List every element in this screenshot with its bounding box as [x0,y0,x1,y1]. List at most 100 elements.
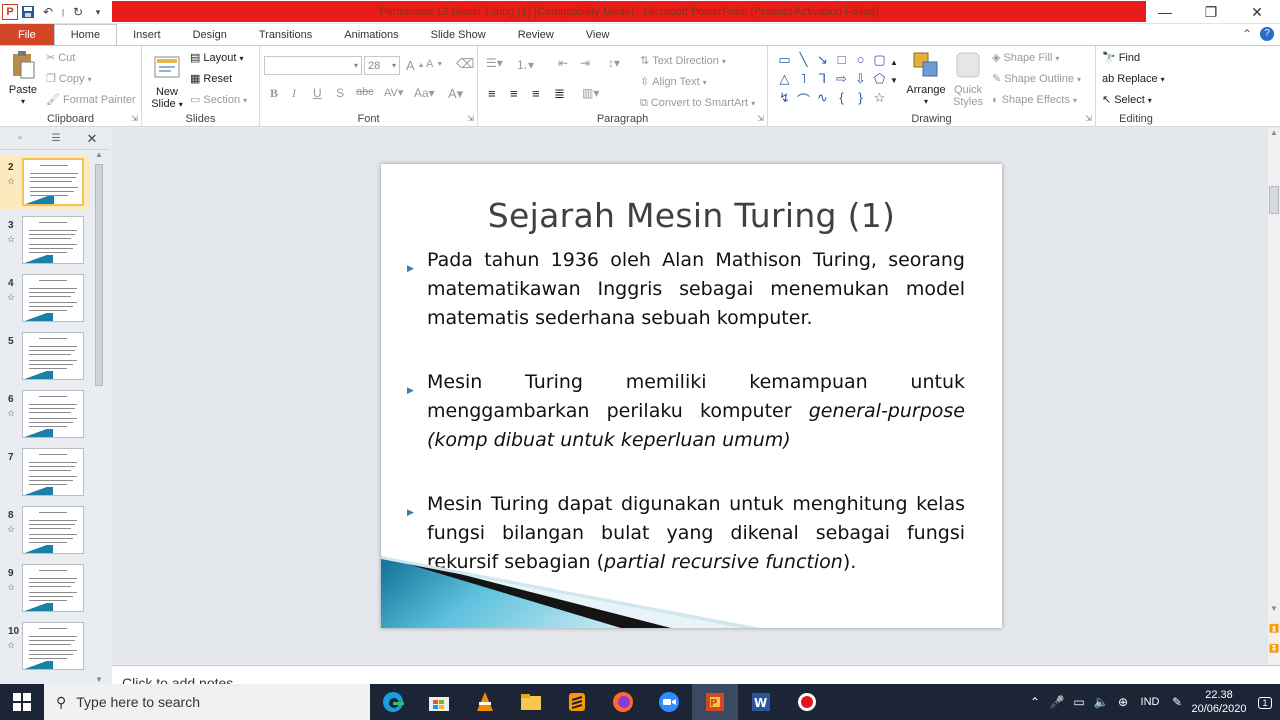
slide-thumbnail[interactable] [22,564,84,612]
zoom-icon[interactable] [646,684,692,720]
save-icon[interactable] [18,2,38,22]
strikethrough-button[interactable]: abc [356,86,374,98]
slide-thumbnail[interactable] [22,158,84,206]
slide-thumbnail[interactable] [22,332,84,380]
previous-slide-icon[interactable]: ⏫ [1268,624,1280,633]
elbow-connector-icon[interactable]: ˥ [794,71,813,90]
canvas-scroll-thumb[interactable] [1269,186,1279,214]
firefox-icon[interactable] [600,684,646,720]
edge-icon[interactable] [370,684,416,720]
slides-tab-icon[interactable]: ▫ [8,132,32,146]
paragraph-launcher-icon[interactable]: ⇲ [757,114,764,123]
canvas-scroll-down-icon[interactable]: ▼ [1268,604,1280,613]
volume-icon[interactable]: 🔈 [1090,695,1112,709]
shape-outline-button[interactable]: ✎ Shape Outline ▾ [992,73,1081,85]
shape-fill-button[interactable]: ◈ Shape Fill ▾ [992,52,1059,64]
rectangle-shape-icon[interactable]: □ [832,52,851,71]
character-spacing-button[interactable]: AV▾ [384,86,403,99]
slide-thumbnail-row[interactable]: 5 [0,332,92,386]
numbering-button[interactable]: ⒈▾ [516,56,534,73]
tab-animations[interactable]: Animations [328,24,414,45]
vlc-icon[interactable] [462,684,508,720]
section-button[interactable]: ▭ Section ▾ [190,94,247,106]
left-brace-icon[interactable]: { [832,90,851,109]
microphone-icon[interactable]: 🎤 [1046,695,1068,709]
font-name-box[interactable]: ▾ [264,56,362,75]
right-arrow-shape-icon[interactable]: ⇨ [832,71,851,90]
down-arrow-shape-icon[interactable]: ⇩ [851,71,870,90]
change-case-button[interactable]: Aa▾ [414,86,435,100]
language-indicator[interactable]: IND [1134,696,1166,708]
shadow-button[interactable]: S [336,86,344,100]
increase-indent-button[interactable]: ⇥ [580,56,590,70]
slide-thumbnail-row[interactable]: 4 ☆ [0,274,92,328]
battery-icon[interactable]: ▭ [1068,695,1090,709]
scroll-down-icon[interactable]: ▼ [92,675,106,684]
start-button[interactable] [0,684,44,720]
bullet-2[interactable]: ▶ Mesin Turing memiliki kemampuan untuk … [407,368,965,455]
convert-smartart-button[interactable]: ⧉ Convert to SmartArt ▾ [640,97,755,109]
canvas-scroll-up-icon[interactable]: ▲ [1268,128,1280,137]
align-left-button[interactable]: ≡ [488,86,496,101]
store-icon[interactable] [416,684,462,720]
close-pane-icon[interactable]: ✕ [80,131,104,146]
decrease-indent-button[interactable]: ⇤ [558,56,568,70]
recorder-icon[interactable] [784,684,830,720]
select-button[interactable]: ↖ Select ▾ [1102,94,1152,106]
arrange-button[interactable]: Arrange ▾ [904,50,948,108]
slide-thumbnail-row[interactable]: 3 ☆ [0,216,92,270]
new-slide-button[interactable]: New Slide ▾ [148,52,186,111]
close-button[interactable]: ✕ [1234,0,1280,24]
underline-button[interactable]: U [313,86,322,100]
star-shape-icon[interactable]: ☆ [870,90,889,109]
elbow-arrow-icon[interactable]: ⅂ [813,71,832,90]
shapes-scroll[interactable]: ▲ ▼ [890,54,898,90]
bullet-1[interactable]: ▶ Pada tahun 1936 oleh Alan Mathison Tur… [407,246,965,333]
undo-icon[interactable]: ↶ [38,2,58,22]
format-painter-button[interactable]: 🖌 Format Painter [46,94,136,106]
undo-dropdown-icon[interactable]: | [58,2,68,22]
slide-thumbnail[interactable] [22,390,84,438]
customize-qat-icon[interactable]: ▾ [88,2,108,22]
slide-thumbnail-row[interactable]: 8 ☆ [0,506,92,560]
slides-pane-scrollbar[interactable]: ▲ ▼ [92,150,106,684]
taskbar-search[interactable]: ⚲ Type here to search [44,684,370,720]
replace-button[interactable]: ab Replace ▾ [1102,73,1165,85]
slides-pane-scroll-thumb[interactable] [95,164,103,386]
textbox-shape-icon[interactable]: ▭ [775,52,794,71]
slide-title[interactable]: Sejarah Mesin Turing (1) [381,196,1002,235]
tab-review[interactable]: Review [502,24,570,45]
tab-slide-show[interactable]: Slide Show [415,24,502,45]
slide-thumbnail[interactable] [22,506,84,554]
pen-ink-icon[interactable]: ✎ [1166,695,1188,709]
powerpoint-taskbar-icon[interactable]: P [692,684,738,720]
slide-thumbnail[interactable] [22,274,84,322]
tab-home[interactable]: Home [53,24,118,45]
scroll-up-icon[interactable]: ▲ [92,150,106,159]
font-color-button[interactable]: A▾ [448,86,463,102]
find-button[interactable]: 🔭 Find [1102,52,1140,64]
sublime-icon[interactable] [554,684,600,720]
quick-styles-button[interactable]: Quick Styles [948,50,988,108]
word-icon[interactable]: W [738,684,784,720]
clear-formatting-icon[interactable]: ⌫ [456,56,474,72]
slide-thumbnail-row[interactable]: 2 ☆ [0,155,92,212]
canvas-scrollbar[interactable]: ▲ ▼ ⏫ ⏬ [1268,128,1280,664]
paste-button[interactable]: Paste ▾ [4,50,42,108]
slide-thumbnail-row[interactable]: 7 [0,448,92,502]
curve-icon[interactable]: ⌒ [794,90,813,109]
line-spacing-button[interactable]: ↕▾ [608,56,620,70]
arrow-shape-icon[interactable]: ↘ [813,52,832,71]
shape-effects-button[interactable]: ◐ Shape Effects ▾ [992,94,1077,106]
tab-transitions[interactable]: Transitions [243,24,328,45]
freeform-icon[interactable]: ∿ [813,90,832,109]
align-center-button[interactable]: ≡ [510,86,518,101]
notes-pane[interactable]: Click to add notes [112,665,1280,684]
columns-button[interactable]: ▥▾ [582,86,599,100]
cut-button[interactable]: ✂ Cut [46,52,75,64]
copy-button[interactable]: ❐ Copy ▾ [46,73,92,85]
drawing-launcher-icon[interactable]: ⇲ [1085,114,1092,123]
file-explorer-icon[interactable] [508,684,554,720]
network-icon[interactable]: ⊕ [1112,695,1134,709]
notifications-icon[interactable]: 1 [1250,695,1280,709]
